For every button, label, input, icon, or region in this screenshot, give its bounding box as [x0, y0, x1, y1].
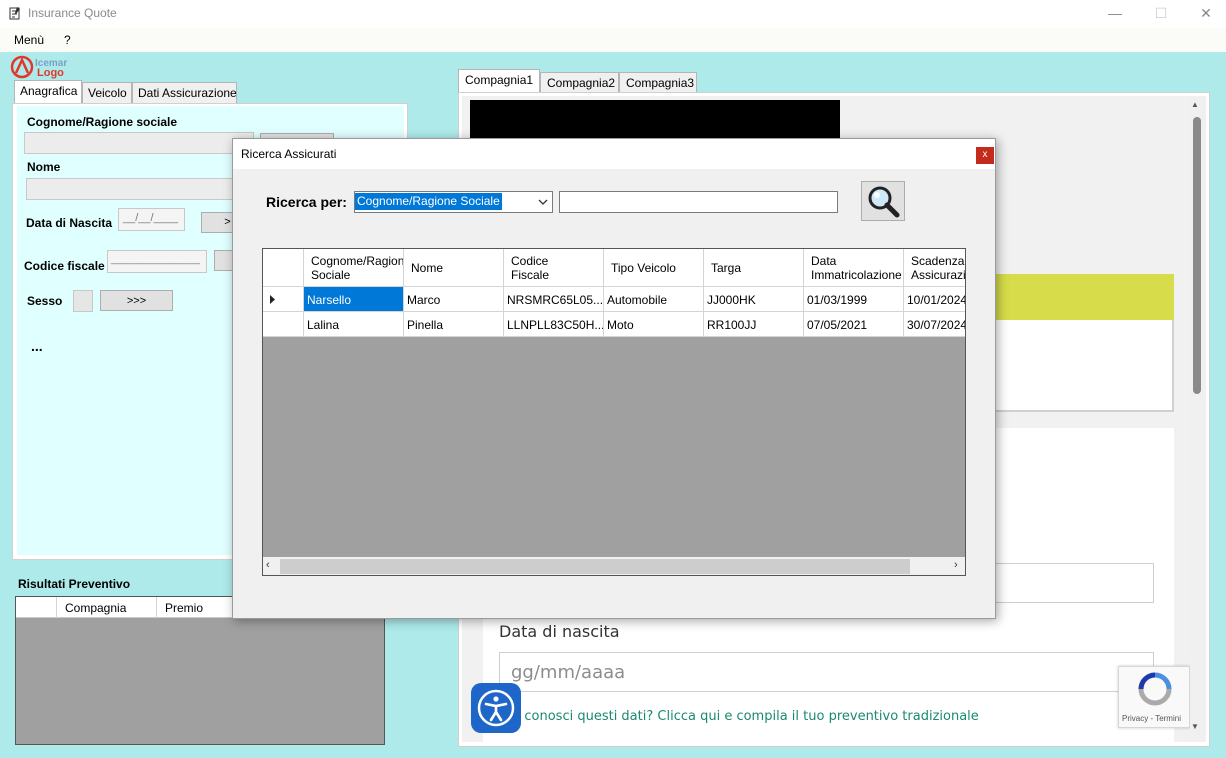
web-dob-label: Data di nascita	[499, 622, 620, 641]
row-header-selected[interactable]	[263, 287, 304, 312]
web-card-header	[995, 274, 1174, 320]
surname-input[interactable]	[24, 132, 254, 154]
name-input[interactable]	[26, 178, 234, 200]
web-dob-input[interactable]: gg/mm/aaaa	[499, 652, 1154, 692]
dialog-close-button[interactable]: x	[976, 147, 994, 164]
column-header-line: Scadenza	[911, 254, 965, 268]
sex-select-button[interactable]: >>>	[100, 290, 173, 311]
app-icon	[9, 6, 21, 20]
table-cell[interactable]: RR100JJ	[704, 312, 804, 337]
recaptcha-icon	[1138, 672, 1172, 706]
results-title: Risultati Preventivo	[18, 577, 131, 591]
column-header-plate[interactable]: Targa	[704, 249, 804, 287]
column-header-surname[interactable]: Cognome/Ragione Sociale	[304, 249, 404, 287]
tab-compagnia3[interactable]: Compagnia3	[619, 72, 697, 93]
table-cell[interactable]: 07/05/2021	[804, 312, 904, 337]
scroll-right-icon[interactable]: ›	[954, 559, 958, 571]
menu-bar	[0, 28, 1226, 52]
row-header[interactable]	[263, 312, 304, 337]
company-logo: Icemar Logo	[10, 55, 90, 79]
tab-compagnia1[interactable]: Compagnia1	[458, 69, 540, 94]
fiscal-code-input[interactable]: ________________	[107, 250, 207, 273]
minimize-button[interactable]: —	[1092, 0, 1138, 28]
column-header-registration-date[interactable]: Data Immatricolazione	[804, 249, 904, 287]
fiscal-code-button[interactable]	[214, 250, 234, 271]
scroll-up-icon[interactable]: ▲	[1191, 100, 1199, 109]
column-header-line: Assicurazione	[911, 268, 966, 282]
grid-scroll-thumb[interactable]	[280, 559, 910, 574]
search-input[interactable]	[559, 191, 838, 213]
table-cell[interactable]: Moto	[604, 312, 704, 337]
web-card-body	[995, 320, 1174, 412]
column-header-name[interactable]: Nome	[404, 249, 504, 287]
tab-compagnia2[interactable]: Compagnia2	[540, 72, 619, 93]
column-header-line: Immatricolazione	[811, 268, 902, 282]
search-field-selected-value[interactable]: Cognome/Ragione Sociale	[355, 193, 502, 210]
menu-item-menu[interactable]: Menù	[14, 33, 44, 47]
birth-date-button[interactable]: >	[201, 212, 234, 233]
magnifier-icon	[868, 186, 900, 218]
scroll-down-icon[interactable]: ▼	[1191, 722, 1199, 731]
table-cell[interactable]: LLNPLL83C50H...	[504, 312, 604, 337]
recaptcha-privacy-terms[interactable]: Privacy - Termini	[1122, 714, 1181, 723]
current-row-arrow-icon	[270, 295, 275, 304]
column-header-fiscal-code[interactable]: Codice Fiscale	[504, 249, 604, 287]
sex-input[interactable]	[73, 290, 93, 312]
column-header-line: Nome	[411, 261, 444, 275]
search-by-label: Ricerca per:	[266, 194, 347, 210]
traditional-quote-link[interactable]: n conosci questi dati? Clicca qui e comp…	[512, 709, 979, 724]
dialog-title-bar	[233, 139, 995, 169]
more-fields-indicator: ...	[31, 338, 43, 354]
surname-label: Cognome/Ragione sociale	[27, 115, 178, 129]
logo-text-bottom: Logo	[37, 67, 64, 79]
column-header-line: Codice	[511, 254, 549, 268]
accessibility-icon	[477, 689, 515, 727]
title-bar	[0, 0, 1226, 28]
web-scroll-thumb[interactable]	[1193, 117, 1201, 394]
table-cell[interactable]: Automobile	[604, 287, 704, 312]
close-window-button[interactable]: ✕	[1183, 0, 1226, 28]
column-header-vehicle-type[interactable]: Tipo Veicolo	[604, 249, 704, 287]
accessibility-button[interactable]	[471, 683, 521, 733]
table-cell[interactable]: NRSMRC65L05...	[504, 287, 604, 312]
results-column-header[interactable]	[16, 597, 57, 618]
table-cell[interactable]: Narsello	[304, 287, 404, 312]
maximize-button[interactable]: ☐	[1138, 0, 1184, 28]
chevron-down-icon[interactable]	[536, 194, 550, 210]
tab-veicolo[interactable]: Veicolo	[82, 82, 132, 103]
menu-item-help[interactable]: ?	[64, 33, 71, 47]
table-cell[interactable]: 30/07/2024	[904, 312, 965, 337]
column-header-line: Sociale	[311, 268, 351, 282]
birth-date-label: Data di Nascita	[26, 216, 113, 230]
column-header-line: Data	[811, 254, 837, 268]
insured-results-grid: Cognome/Ragione Sociale Nome Codice Fiscal…	[262, 248, 966, 576]
grid-corner-header	[263, 249, 304, 287]
table-cell[interactable]: JJ000HK	[704, 287, 804, 312]
dialog-title: Ricerca Assicurati	[241, 147, 337, 161]
column-header-insurance-expiry[interactable]: ScadenzaAssicurazione	[904, 249, 966, 287]
table-cell[interactable]: 01/03/1999	[804, 287, 904, 312]
table-cell[interactable]: 10/01/2024	[904, 287, 965, 312]
column-header-line: Tipo Veicolo	[611, 261, 676, 275]
window-title: Insurance Quote	[28, 6, 117, 20]
web-header-banner	[470, 100, 840, 140]
table-cell[interactable]: Marco	[404, 287, 504, 312]
sex-label: Sesso	[27, 294, 63, 308]
tab-anagrafica[interactable]: Anagrafica	[14, 80, 82, 104]
birth-date-input[interactable]: __/__/____	[118, 208, 185, 231]
column-header-line: Fiscale	[511, 268, 550, 282]
tab-dati-assicurazione[interactable]: Dati Assicurazione	[132, 82, 237, 103]
fiscal-code-label: Codice fiscale	[24, 259, 105, 273]
table-cell[interactable]: Lalina	[304, 312, 404, 337]
web-text-input[interactable]	[995, 563, 1154, 603]
table-cell[interactable]: Pinella	[404, 312, 504, 337]
column-header-line: Targa	[711, 261, 742, 275]
column-header-line: Cognome/Ragione	[311, 254, 404, 268]
results-column-header[interactable]: Compagnia	[57, 597, 157, 618]
name-label: Nome	[27, 160, 61, 174]
scroll-left-icon[interactable]: ‹	[266, 559, 270, 571]
search-button[interactable]	[861, 181, 905, 221]
